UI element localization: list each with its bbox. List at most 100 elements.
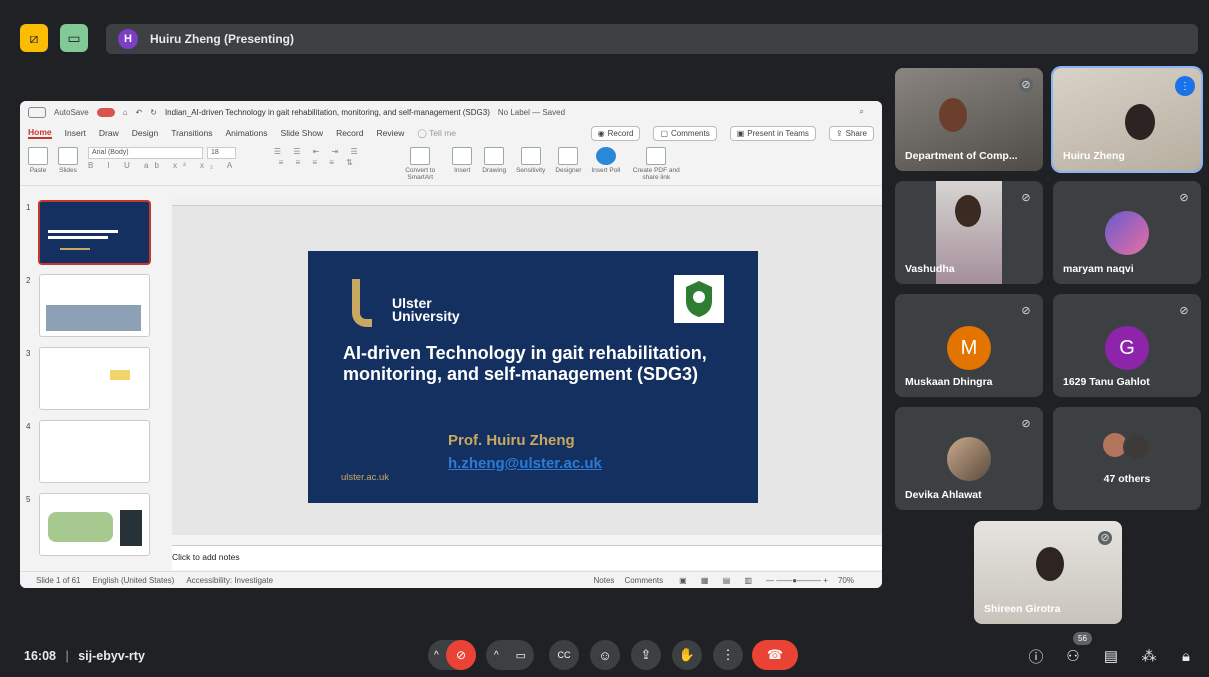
emoji-button[interactable]: ☺ <box>590 640 620 670</box>
convert-smartart-button[interactable]: Convert to SmartArt <box>398 143 442 181</box>
activities-icon[interactable]: ⁂ <box>1138 645 1160 667</box>
autosave-toggle[interactable] <box>96 107 115 117</box>
participant-tile[interactable]: ⋮ Huiru Zheng <box>1053 68 1201 171</box>
paragraph-group[interactable]: ☰ ☰ ⇤ ⇥ ☰ ≡ ≡ ≡ ≡ ⇅ <box>248 143 388 167</box>
person-head <box>939 98 967 132</box>
meeting-time: 16:08 <box>24 649 56 663</box>
participant-tile[interactable]: ⊘ Department of Comp... <box>895 68 1043 171</box>
accessibility-status[interactable]: Accessibility: Investigate <box>186 576 273 585</box>
zoom-slider[interactable]: — ——●——— + <box>766 576 828 585</box>
tell-me-label: Tell me <box>429 127 457 138</box>
captions-button[interactable]: CC <box>549 640 579 670</box>
record-button[interactable]: ◉ Record <box>590 125 641 141</box>
undo-icon[interactable]: ↶ <box>136 108 143 117</box>
present-in-teams-button[interactable]: ▣ Present in Teams <box>729 125 816 141</box>
chevron-up-icon[interactable]: ^ <box>434 650 439 661</box>
tab-animations[interactable]: Animations <box>225 128 267 138</box>
format-icons[interactable]: B I U ab x² x₂ A <box>88 161 238 170</box>
designer-button[interactable]: Designer <box>555 143 581 174</box>
tab-design[interactable]: Design <box>132 128 158 138</box>
paragraph-icons: ☰ ☰ ⇤ ⇥ ☰ <box>273 147 363 156</box>
chat-icon[interactable]: ▤ <box>1100 645 1122 667</box>
participant-name: Huiru Zheng <box>1063 150 1125 162</box>
tab-slide-show[interactable]: Slide Show <box>281 128 324 138</box>
tab-insert[interactable]: Insert <box>65 128 86 138</box>
font-name-select[interactable]: Arial (Body) <box>88 147 203 159</box>
participant-tile[interactable]: M ⊘ Muskaan Dhingra <box>895 294 1043 397</box>
search-icon[interactable]: ⌕ <box>860 107 864 117</box>
sensitivity-icon <box>520 147 541 165</box>
person-head <box>1125 104 1155 140</box>
participant-tile[interactable]: G ⊘ 1629 Tanu Gahlot <box>1053 294 1201 397</box>
redo-icon[interactable]: ↻ <box>150 108 157 117</box>
slide-thumbnail[interactable] <box>40 494 149 555</box>
chevron-up-icon[interactable]: ^ <box>494 650 499 661</box>
ribbon-tabs: Home Insert Draw Design Transitions Anim… <box>20 123 882 143</box>
ruler <box>172 197 882 206</box>
tab-draw[interactable]: Draw <box>99 128 119 138</box>
screen-share-icon[interactable]: ▭ <box>60 24 88 52</box>
insert-poll-button[interactable]: Insert Poll <box>591 143 620 174</box>
people-icon[interactable]: ⚇ <box>1062 645 1084 667</box>
camera-button[interactable]: ▭ <box>516 649 526 662</box>
host-controls-icon[interactable]: 🔒︎ <box>1175 645 1197 667</box>
participant-tile[interactable]: ⊘ maryam naqvi <box>1053 181 1201 284</box>
comments-toggle[interactable]: Comments <box>624 576 663 585</box>
slides-button[interactable]: Slides <box>58 143 78 174</box>
sidebar-toggle-icon[interactable] <box>28 106 46 118</box>
slide-thumbnail[interactable] <box>40 275 149 336</box>
slide-thumbnail[interactable] <box>40 202 149 263</box>
tell-me[interactable]: ◯ Tell me <box>417 128 456 139</box>
ulster-logo-mark <box>352 279 372 327</box>
others-tile[interactable]: 47 others <box>1053 407 1201 510</box>
present-button[interactable]: ⇪ <box>631 640 661 670</box>
presenter-avatar: H <box>118 29 138 49</box>
autosave-label: AutoSave <box>54 107 89 117</box>
tab-transitions[interactable]: Transitions <box>171 128 212 138</box>
person-head <box>1036 547 1064 581</box>
more-options-button[interactable]: ⋮ <box>713 640 743 670</box>
speaking-icon: ⋮ <box>1175 76 1195 96</box>
sensitivity-button[interactable]: Sensitivity <box>516 143 545 174</box>
meeting-code: sij-ebyv-rty <box>78 649 145 663</box>
paste-label: Paste <box>29 167 47 174</box>
end-call-button[interactable]: ☎ <box>752 640 798 670</box>
create-pdf-button[interactable]: Create PDF and share link <box>630 143 682 181</box>
slides-label: Slides <box>59 167 77 174</box>
mic-control: ^ ⊘ <box>428 640 476 670</box>
slide-thumbnail[interactable] <box>40 348 149 409</box>
share-button[interactable]: ⇪ Share <box>828 125 874 141</box>
slide-thumbnails: 1 2 3 4 5 <box>20 197 170 571</box>
notes-pane[interactable]: Click to add notes <box>172 545 882 570</box>
home-icon[interactable]: ⌂ <box>123 108 128 117</box>
tab-home[interactable]: Home <box>28 127 52 139</box>
zoom-level[interactable]: 70% <box>838 576 854 585</box>
share-label: Share <box>845 128 867 138</box>
participant-tile[interactable]: ⊘ Devika Ahlawat <box>895 407 1043 510</box>
comments-label: Comments <box>671 128 710 138</box>
mic-off-button[interactable]: ⊘ <box>446 640 476 670</box>
drawing-button[interactable]: Drawing <box>482 143 506 174</box>
mic-off-icon: ⊘ <box>1098 531 1112 545</box>
slide-email-link[interactable]: h.zheng@ulster.ac.uk <box>448 455 602 472</box>
slide-thumbnail[interactable] <box>40 421 149 482</box>
info-icon[interactable]: ⓘ <box>1025 645 1047 667</box>
paste-button[interactable]: Paste <box>28 143 48 174</box>
font-size-select[interactable]: 18 <box>207 147 236 159</box>
raise-hand-button[interactable]: ✋ <box>672 640 702 670</box>
view-icons[interactable]: ▣ ▦ ▤ ▥ <box>679 576 758 585</box>
notes-toggle[interactable]: Notes <box>594 576 615 585</box>
convert-label: Convert to SmartArt <box>405 167 436 181</box>
participant-tile[interactable]: ⊘ Vashudha <box>895 181 1043 284</box>
avatar: G <box>1105 326 1149 370</box>
smartart-icon <box>410 147 431 165</box>
meeting-info: 16:08 | sij-ebyv-rty <box>24 649 145 663</box>
presentation-stop-icon[interactable]: ⧄ <box>20 24 48 52</box>
mic-off-icon: ⊘ <box>1179 305 1189 317</box>
participant-name: Muskaan Dhingra <box>905 376 993 388</box>
tab-review[interactable]: Review <box>376 128 404 138</box>
insert-button[interactable]: Insert <box>452 143 473 174</box>
comments-button[interactable]: ▢ Comments <box>653 125 717 141</box>
self-view-tile[interactable]: ⊘ Shireen Girotra <box>974 521 1122 624</box>
tab-record[interactable]: Record <box>336 128 363 138</box>
